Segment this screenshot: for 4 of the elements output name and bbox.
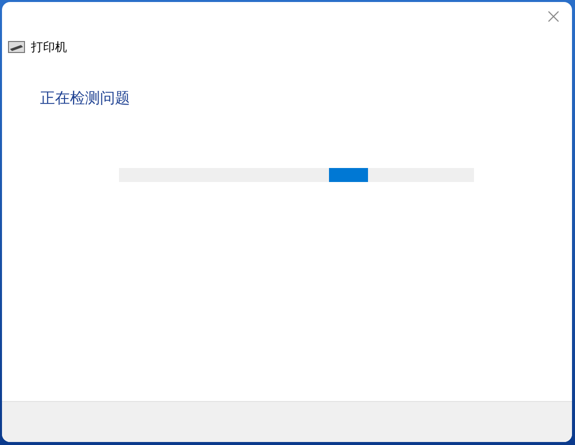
window-title: 打印机 [31, 39, 67, 56]
printer-icon [8, 41, 25, 53]
close-icon[interactable] [548, 11, 559, 22]
status-heading: 正在检测问题 [40, 88, 131, 109]
